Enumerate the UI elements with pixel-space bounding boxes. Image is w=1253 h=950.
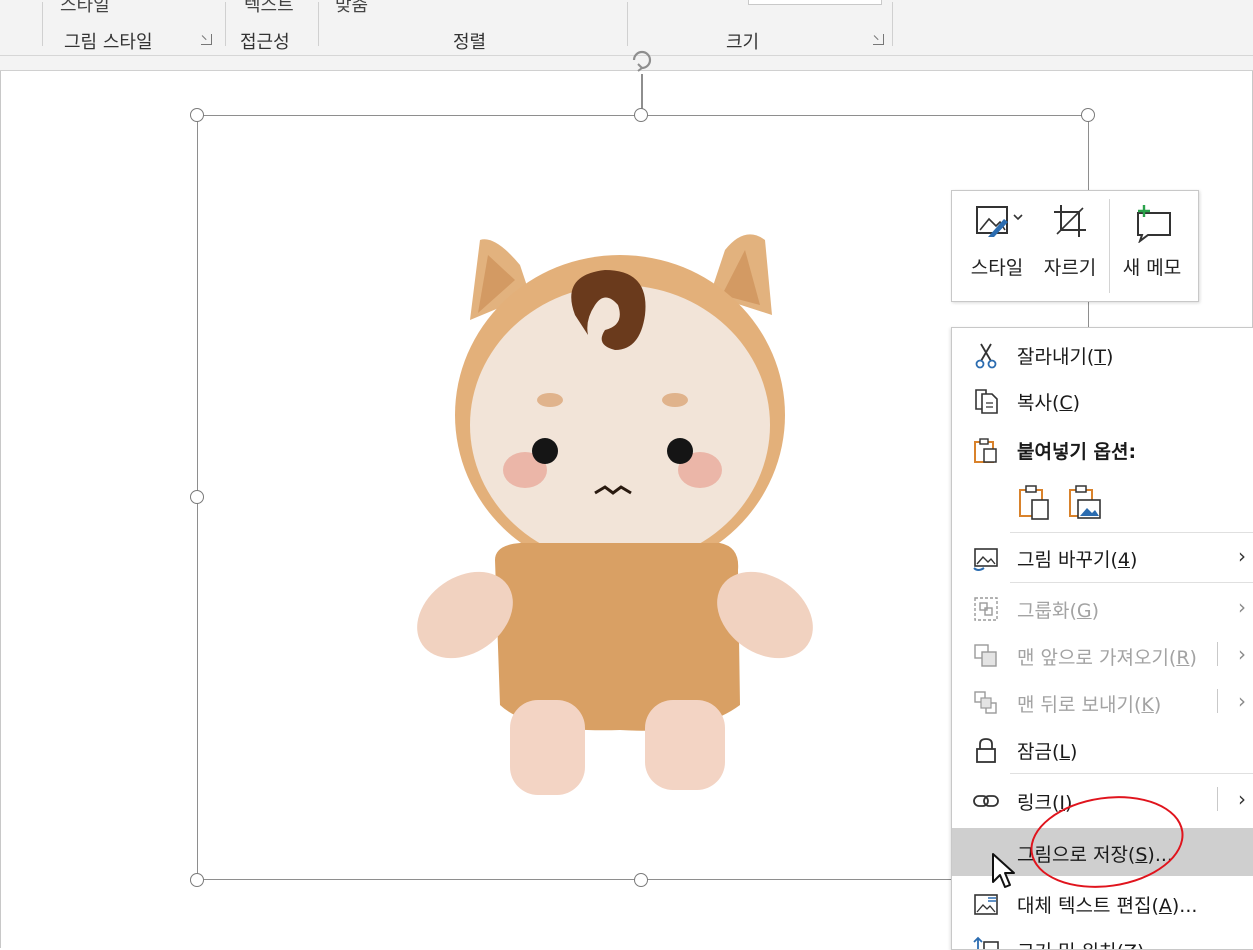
menu-item-cut[interactable]: 잘라내기(T) [952, 331, 1253, 377]
ribbon-separator [42, 2, 43, 46]
resize-handle-left[interactable] [190, 490, 204, 504]
picture-style-icon [976, 206, 1023, 237]
ribbon-separator [892, 2, 893, 46]
ribbon-bottom-strip [0, 56, 1253, 71]
ribbon: 스타일 텍스트 맞춤 그림 스타일 접근성 정렬 크기 [0, 0, 1253, 56]
scissors-icon [975, 343, 997, 369]
menu-item-paste-options: 붙여넣기 옵션: [952, 426, 1253, 472]
crop-icon [1054, 205, 1086, 237]
menu-item-group-label: 그룹화(G) [1017, 600, 1100, 622]
submenu-separator [1217, 787, 1218, 811]
clipboard-icon [974, 438, 997, 463]
size-launcher-icon[interactable] [873, 34, 884, 45]
ribbon-separator [225, 2, 226, 46]
menu-item-send-to-back[interactable]: 맨 뒤로 보내기(K) › [952, 679, 1253, 725]
group-arrange-label: 정렬 [453, 32, 487, 53]
alt-text-icon [974, 894, 998, 915]
menu-item-paste-options-label: 붙여넣기 옵션: [1017, 441, 1137, 463]
chevron-right-icon: › [1238, 642, 1246, 666]
link-icon [973, 795, 999, 807]
menu-item-size-and-position[interactable]: 크기 및 위치(Z) [952, 926, 1253, 949]
mini-toolbar-separator [1109, 199, 1110, 293]
plush-doll-picture [417, 234, 813, 795]
mini-toolbar: 스타일 자르기 새 메모 [951, 190, 1199, 302]
menu-item-cut-label: 잘라내기(T) [1017, 346, 1114, 368]
style-button-label: 스타일 [970, 257, 1024, 279]
resize-handle-bottom[interactable] [634, 873, 648, 887]
rotate-handle-icon[interactable] [628, 46, 656, 74]
new-comment-button-label: 새 메모 [1122, 257, 1182, 279]
bring-to-front-icon [974, 644, 997, 667]
crop-button-label: 자르기 [1043, 257, 1097, 279]
menu-item-copy[interactable]: 복사(C) [952, 377, 1253, 423]
menu-item-change-picture-label: 그림 바꾸기(4) [1017, 549, 1138, 571]
mouse-pointer-icon [992, 853, 1015, 888]
chevron-right-icon: › [1238, 689, 1246, 713]
copy-icon [975, 389, 998, 414]
send-to-back-icon [974, 691, 997, 714]
ribbon-separator [318, 2, 319, 46]
menu-divider [1010, 582, 1253, 583]
lock-icon [976, 738, 996, 763]
ribbon-size-input[interactable] [748, 0, 882, 5]
change-picture-icon [973, 548, 998, 571]
menu-divider [1010, 532, 1253, 533]
chevron-right-icon: › [1238, 595, 1246, 619]
menu-item-change-picture[interactable]: 그림 바꾸기(4) › [952, 534, 1253, 580]
ribbon-fragment-align[interactable]: 맞춤 [335, 0, 368, 17]
paste-keep-source-icon[interactable] [1016, 483, 1052, 521]
menu-item-size-and-position-label: 크기 및 위치(Z) [1017, 937, 1144, 949]
menu-item-edit-alt-text-label: 대체 텍스트 편집(A)... [1017, 895, 1198, 917]
resize-handle-bottom-left[interactable] [190, 873, 204, 887]
style-button[interactable]: 스타일 [960, 191, 1034, 301]
menu-item-copy-label: 복사(C) [1017, 392, 1081, 414]
crop-button[interactable]: 자르기 [1034, 191, 1106, 301]
group-size-label: 크기 [726, 32, 760, 53]
submenu-separator [1217, 642, 1218, 666]
menu-item-lock-label: 잠금(L) [1017, 741, 1078, 763]
chevron-right-icon: › [1238, 544, 1246, 568]
menu-divider [1010, 773, 1253, 774]
menu-item-bring-to-front[interactable]: 맨 앞으로 가져오기(R) › [952, 632, 1253, 678]
menu-item-bring-to-front-label: 맨 앞으로 가져오기(R) [1017, 647, 1197, 669]
ribbon-separator [627, 2, 628, 46]
group-accessibility-label: 접근성 [240, 32, 290, 53]
submenu-separator [1217, 689, 1218, 713]
ribbon-fragment-text[interactable]: 텍스트 [244, 0, 294, 17]
resize-handle-top-left[interactable] [190, 108, 204, 122]
chevron-right-icon: › [1238, 787, 1246, 811]
paste-as-picture-icon[interactable] [1066, 483, 1102, 521]
picture-styles-launcher-icon[interactable] [201, 34, 212, 45]
menu-item-send-to-back-label: 맨 뒤로 보내기(K) [1017, 694, 1162, 716]
new-comment-icon [1137, 205, 1171, 243]
new-comment-button[interactable]: 새 메모 [1112, 191, 1192, 301]
menu-item-group[interactable]: 그룹화(G) › [952, 585, 1253, 631]
ribbon-fragment-style[interactable]: 스타일 [60, 0, 110, 17]
group-icon [974, 597, 998, 621]
menu-item-lock[interactable]: 잠금(L) [952, 726, 1253, 772]
resize-handle-top[interactable] [634, 108, 648, 122]
resize-handle-top-right[interactable] [1081, 108, 1095, 122]
group-picture-styles-label: 그림 스타일 [64, 32, 153, 53]
